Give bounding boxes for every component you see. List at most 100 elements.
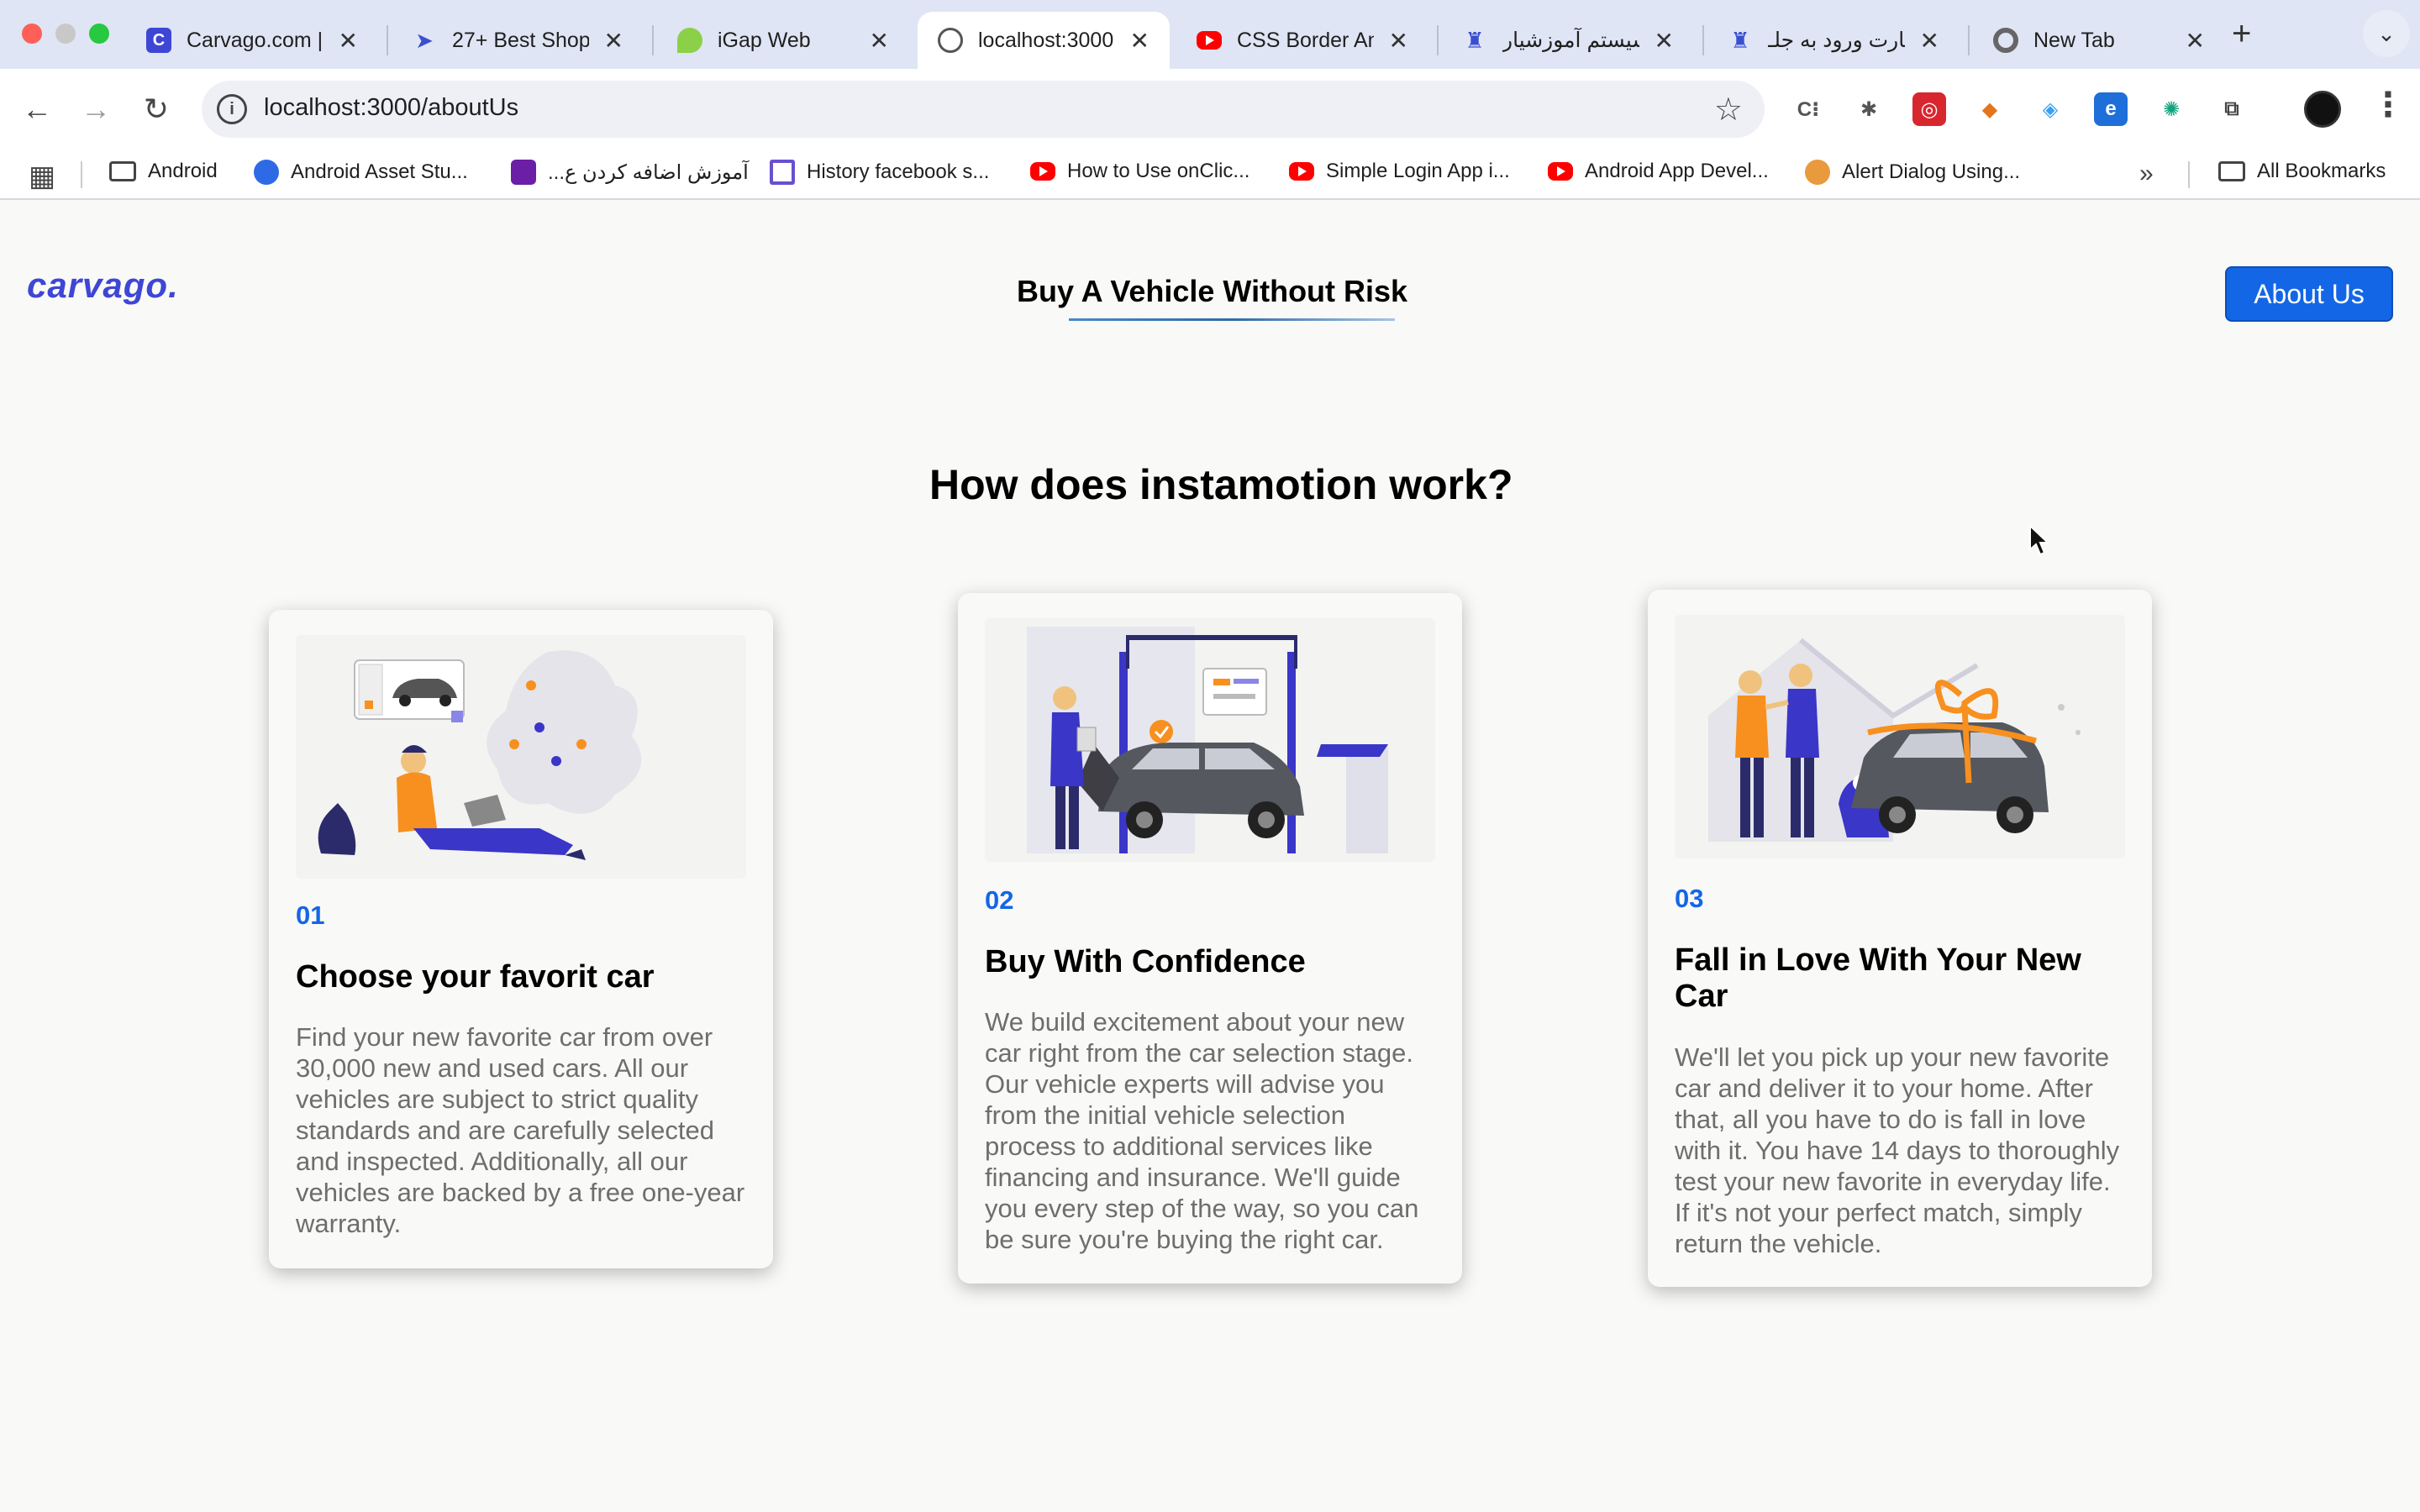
mouse-pointer-icon — [2029, 524, 2050, 556]
browser-toolbar: ← → ↻ i localhost:3000/aboutUs ☆ C⁝ ✱ ◎ … — [0, 69, 2420, 150]
bookmark-label: All Bookmarks — [2257, 160, 2386, 182]
bookmark-all-bookmarks[interactable]: All Bookmarks — [2218, 160, 2386, 183]
bookmark-persian[interactable]: ...آموزش اضافه کردن ع — [511, 160, 749, 185]
step-number: 01 — [296, 900, 325, 930]
tab-title: سیستم آموزشیار — [1502, 29, 1639, 52]
close-tab-icon[interactable]: ✕ — [339, 27, 358, 55]
tab-title: iGap Web — [718, 28, 811, 52]
step-description: Find your new favorite car from over 30,… — [296, 1022, 745, 1238]
extension-diamond-icon[interactable]: ◈ — [2033, 92, 2067, 126]
step-title: Choose your favorit car — [296, 959, 655, 995]
tab-search-chevron-down-icon[interactable]: ⌄ — [2363, 10, 2410, 57]
more-menu-icon[interactable]: ⋮ — [2371, 86, 2405, 124]
close-tab-icon[interactable]: ✕ — [1130, 27, 1150, 55]
person-laptop-map-illustration — [318, 650, 642, 860]
step-description: We'll let you pick up your new favorite … — [1675, 1042, 2120, 1258]
extension-blue-icon[interactable]: e — [2094, 92, 2128, 126]
bookmark-alert-dialog[interactable]: Alert Dialog Using... — [1805, 160, 2020, 185]
youtube-icon — [1030, 162, 1055, 181]
site-info-icon[interactable]: i — [217, 94, 247, 124]
bookmark-android-dev[interactable]: Android App Devel... — [1548, 160, 1769, 183]
tab-css-border[interactable]: CSS Border An ✕ — [1176, 12, 1428, 69]
tab-carvago[interactable]: C Carvago.com | ✕ — [126, 12, 378, 69]
section-title: How does instamotion work? — [929, 461, 1513, 508]
buy-confidence-illustration — [985, 618, 1435, 862]
step-card-1: 01 Choose your favorit car Find your new… — [269, 610, 773, 1268]
fall-in-love-illustration — [1675, 615, 2125, 858]
close-tab-icon[interactable]: ✕ — [604, 27, 623, 55]
tab-new-tab[interactable]: New Tab ✕ — [1973, 12, 2225, 69]
close-tab-icon[interactable]: ✕ — [1389, 27, 1408, 55]
bookmark-label: History facebook s... — [807, 160, 990, 183]
bookmark-login-app[interactable]: Simple Login App i... — [1289, 160, 1510, 183]
close-tab-icon[interactable]: ✕ — [2186, 27, 2205, 55]
folder-icon — [109, 161, 136, 181]
bookmark-android[interactable]: Android — [109, 160, 218, 183]
step-title: Buy With Confidence — [985, 944, 1306, 979]
bookmark-label: How to Use onClic... — [1067, 160, 1250, 182]
close-tab-icon[interactable]: ✕ — [1920, 27, 1939, 55]
tab-amoozeshyar[interactable]: ♜ سیستم آموزشیار ✕ — [1442, 12, 1694, 69]
extension-red-icon[interactable]: ◎ — [1912, 92, 1946, 126]
tab-divider — [1702, 25, 1704, 55]
apps-grid-icon[interactable]: ▦ — [29, 160, 55, 193]
tab-localhost[interactable]: localhost:3000 ✕ — [918, 12, 1170, 69]
extension-bug-icon[interactable]: ✱ — [1852, 92, 1886, 126]
cat-icon — [1805, 160, 1830, 185]
tab-title: Carvago.com | — [187, 28, 324, 52]
tab-divider — [1437, 25, 1439, 55]
tab-title: CSS Border An — [1237, 28, 1374, 52]
close-window-button[interactable] — [22, 24, 42, 44]
step-number: 02 — [985, 885, 1014, 915]
back-arrow-icon[interactable]: ← — [15, 87, 59, 131]
reload-icon[interactable]: ↻ — [134, 87, 178, 131]
car-gift-illustration — [1708, 638, 2081, 842]
close-tab-icon[interactable]: ✕ — [1655, 27, 1674, 55]
f-icon — [770, 160, 795, 185]
more-bookmarks-chevron-icon[interactable]: » — [2139, 160, 2154, 188]
bookmark-onclick[interactable]: How to Use onClic... — [1030, 160, 1249, 183]
bookmark-star-icon[interactable]: ☆ — [1714, 91, 1743, 129]
address-bar[interactable]: i localhost:3000/aboutUs ☆ — [202, 81, 1765, 138]
metamask-fox-icon[interactable]: ◆ — [1973, 92, 2007, 126]
bookmark-label: Android — [148, 160, 218, 182]
chrome-icon — [1993, 28, 2018, 53]
tab-title: New Tab — [2033, 28, 2115, 52]
youtube-icon — [1197, 31, 1222, 50]
tab-divider — [387, 25, 388, 55]
choose-car-illustration — [296, 635, 746, 879]
youtube-icon — [1548, 162, 1573, 181]
bookmark-label: Android Asset Stu... — [291, 160, 468, 183]
step-number: 03 — [1675, 884, 1704, 913]
minimize-window-button[interactable] — [55, 24, 76, 44]
bookmark-asset-studio[interactable]: Android Asset Stu... — [254, 160, 468, 185]
chatgpt-icon[interactable]: ✺ — [2154, 92, 2188, 126]
extension-c-icon[interactable]: C⁝ — [1791, 92, 1825, 126]
tab-igap[interactable]: iGap Web ✕ — [657, 12, 909, 69]
tab-shop[interactable]: ➤ 27+ Best Shop ✕ — [392, 12, 644, 69]
bookmark-history-facebook[interactable]: History facebook s... — [770, 160, 989, 185]
tab-divider — [1968, 25, 1970, 55]
step-title: Fall in Love With Your New Car — [1675, 942, 2081, 1014]
tab-exam-card[interactable]: ♜ کارت ورود به جلـ ✕ — [1707, 12, 1960, 69]
university-icon: ♜ — [1730, 27, 1750, 53]
step-card-2: 02 Buy With Confidence We build exciteme… — [958, 593, 1462, 1284]
tab-title: کارت ورود به جلـ — [1768, 29, 1905, 52]
extensions-puzzle-icon[interactable]: ⧉ — [2215, 92, 2249, 126]
carvago-logo[interactable]: carvago. — [27, 265, 179, 306]
compass-icon — [254, 160, 279, 185]
close-tab-icon[interactable]: ✕ — [870, 27, 889, 55]
buy-vehicle-nav-link[interactable]: Buy A Vehicle Without Risk — [1017, 274, 1407, 309]
bookmark-divider — [2188, 161, 2190, 188]
url-text[interactable]: localhost:3000/aboutUs — [264, 94, 518, 122]
step-description: We build excitement about your new car r… — [985, 1007, 1419, 1254]
maximize-window-button[interactable] — [89, 24, 109, 44]
bookmark-label: ...آموزش اضافه کردن ع — [548, 160, 749, 184]
tab-strip: C Carvago.com | ✕ ➤ 27+ Best Shop ✕ iGap… — [0, 0, 2420, 69]
forward-arrow-icon[interactable]: → — [74, 87, 118, 131]
profile-avatar[interactable] — [2304, 91, 2341, 128]
about-us-button[interactable]: About Us — [2225, 266, 2393, 322]
youtube-icon — [1289, 162, 1314, 181]
bookmark-label: Android App Devel... — [1585, 160, 1769, 182]
new-tab-button[interactable]: + — [2232, 15, 2251, 53]
